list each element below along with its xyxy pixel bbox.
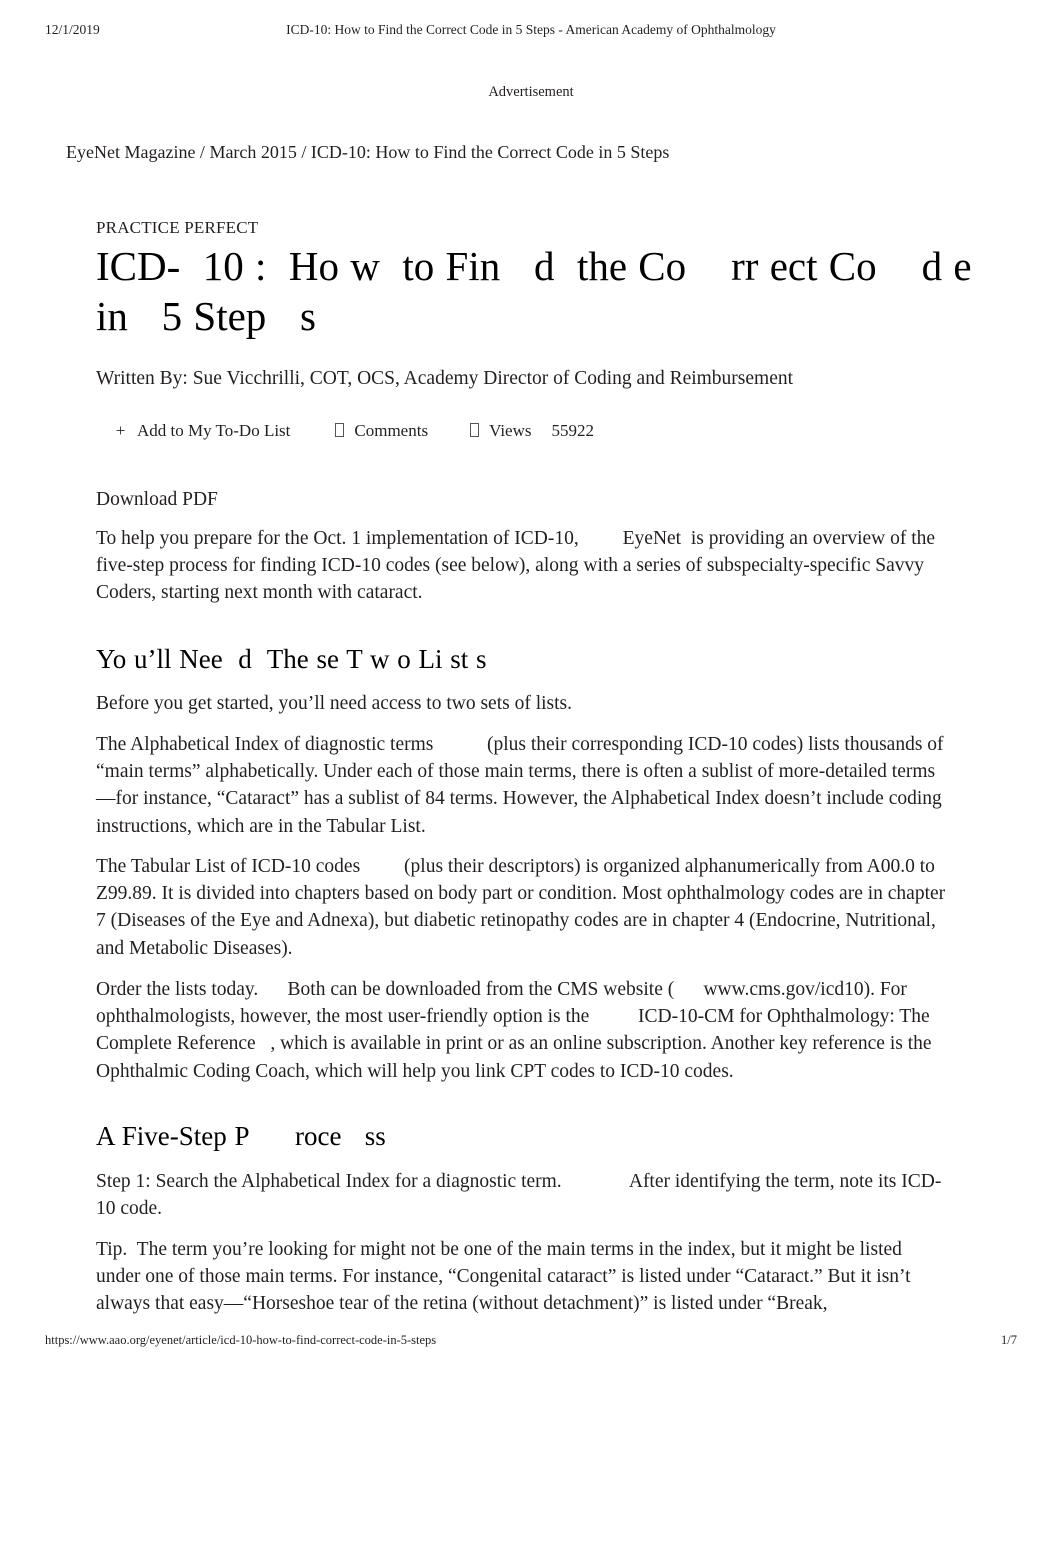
article-byline: Written By: Sue Vicchrilli, COT, OCS, Ac… (96, 368, 794, 389)
breadcrumb[interactable]: EyeNet Magazine / March 2015 / ICD-10: H… (66, 142, 669, 163)
download-pdf-link[interactable]: Download PDF (96, 486, 948, 513)
comment-icon (335, 423, 345, 437)
paragraph-step-one: Step 1: Search the Alphabetical Index fo… (96, 1171, 942, 1220)
paragraph-before-you-start: Before you get started, you’ll need acce… (96, 693, 573, 714)
views-icon (470, 423, 480, 437)
add-to-todo-list-label: Add to My To-Do List (137, 421, 291, 440)
paragraph-order-lists: Order the lists today. Both can be downl… (96, 979, 942, 1082)
advertisement-label: Advertisement (488, 84, 574, 100)
article-category-eyebrow: PRACTICE PERFECT (96, 218, 259, 237)
print-footer-url[interactable]: https://www.aao.org/eyenet/article/icd-1… (45, 1333, 436, 1348)
comments-label: Comments (354, 421, 429, 440)
print-footer-page-number: 1/7 (1001, 1333, 1017, 1347)
section-heading-two-lists: Yo u’ll Nee d The se T w o Li st s (96, 644, 487, 674)
print-header: 12/1/2019 ICD-10: How to Find the Correc… (0, 22, 1062, 42)
views-label: Views (489, 421, 532, 440)
paragraph-alphabetical-index: The Alphabetical Index of diagnostic ter… (96, 734, 949, 837)
paragraph-tip: Tip. The term you’re looking for might n… (96, 1239, 916, 1315)
print-footer: https://www.aao.org/eyenet/article/icd-1… (0, 1333, 1062, 1351)
page-title: ICD- 10 : Ho w to Fin d the Co rr ect Co… (96, 243, 983, 339)
printed-page: 12/1/2019 ICD-10: How to Find the Correc… (0, 0, 1062, 1561)
section-heading-five-step-process: A Five-Step P roce ss (96, 1121, 386, 1151)
plus-icon: + (115, 421, 126, 440)
print-page-title: ICD-10: How to Find the Correct Code in … (286, 22, 776, 37)
add-to-todo-list-button[interactable]: + Add to My To-Do List (114, 421, 291, 441)
comments-button[interactable]: Comments (335, 421, 428, 441)
paragraph-tabular-list: The Tabular List of ICD-10 codes (plus t… (96, 856, 951, 959)
views-count: 55922 (551, 421, 594, 440)
views-counter: Views 55922 (470, 421, 594, 441)
article-action-bar: + Add to My To-Do List Comments Views 55… (114, 421, 594, 441)
paragraph-intro: To help you prepare for the Oct. 1 imple… (96, 528, 940, 604)
